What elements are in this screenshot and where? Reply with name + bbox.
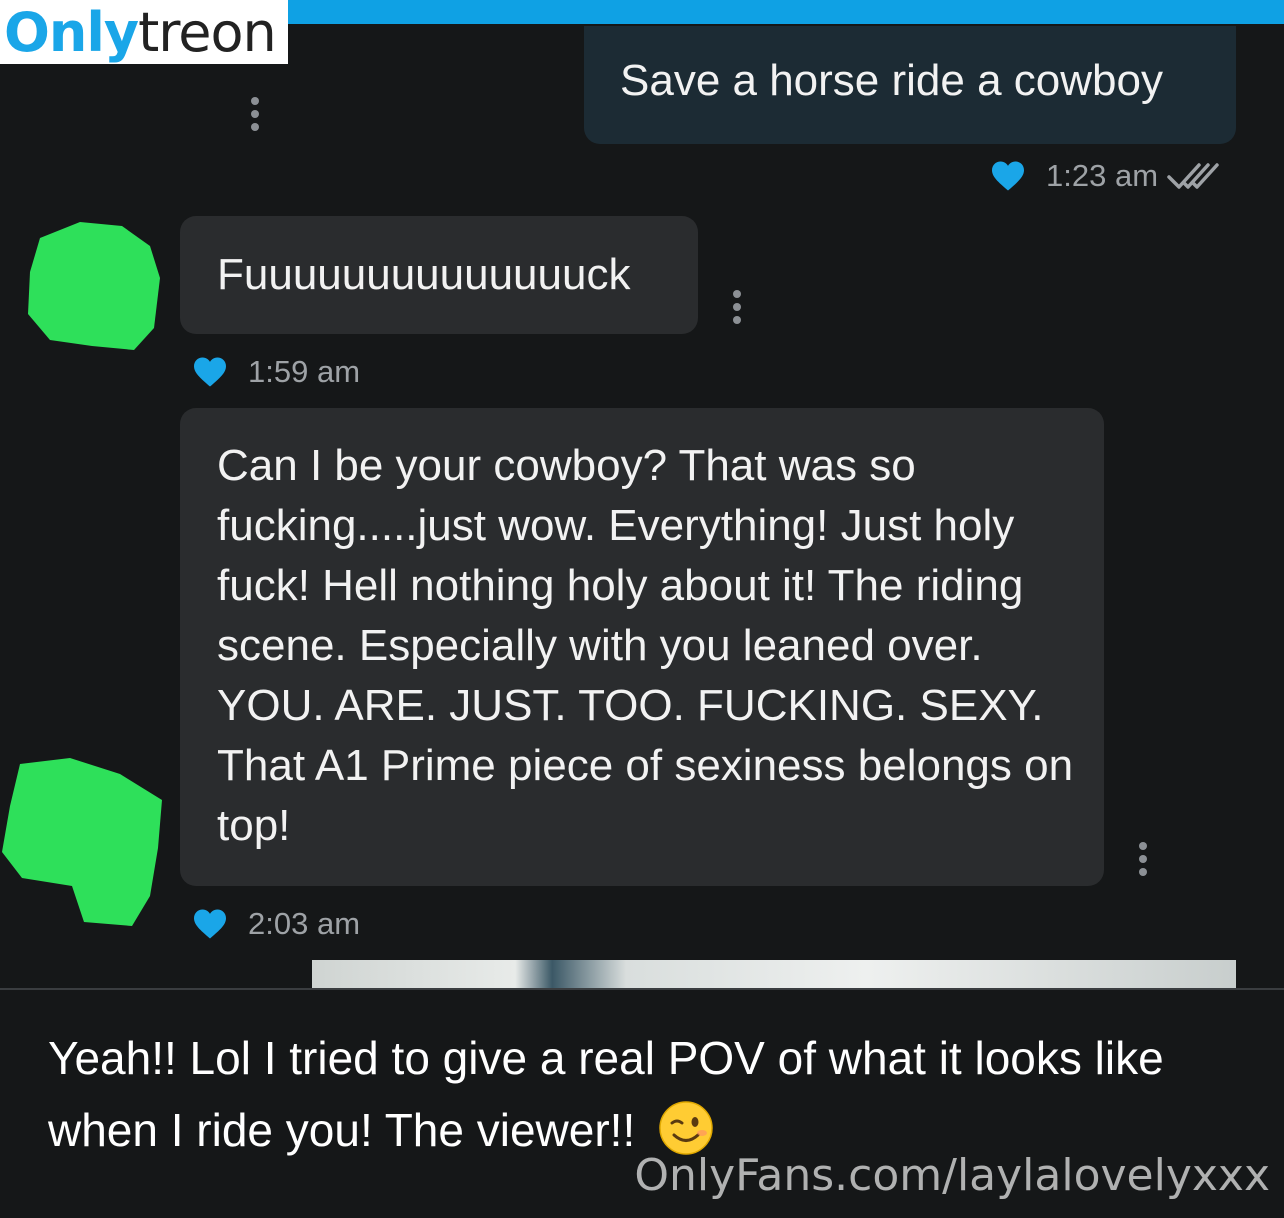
message-meta: 1:23 am	[990, 158, 1220, 194]
divider	[0, 988, 1284, 990]
message-meta: 2:03 am	[192, 906, 360, 942]
incoming-message-bubble: Can I be your cowboy? That was so fuckin…	[180, 408, 1104, 886]
double-check-icon	[1167, 163, 1219, 189]
message-options-icon[interactable]	[251, 97, 259, 131]
heart-icon[interactable]	[990, 160, 1026, 192]
logo-treon-text: treon	[138, 0, 277, 64]
message-text: Save a horse ride a cowboy	[620, 56, 1163, 105]
message-time: 1:23 am	[1046, 158, 1159, 193]
incoming-message-bubble: Fuuuuuuuuuuuuuuck	[180, 216, 698, 334]
message-time: 1:59 am	[248, 354, 361, 389]
avatar-censored	[2, 758, 162, 926]
media-preview[interactable]	[312, 960, 1236, 988]
avatar-censored	[28, 222, 160, 350]
message-text: Fuuuuuuuuuuuuuuck	[217, 250, 631, 299]
top-accent-bar	[288, 0, 1284, 24]
message-time: 2:03 am	[248, 906, 361, 941]
message-meta: 1:59 am	[192, 354, 360, 390]
outgoing-message-bubble: Save a horse ride a cowboy	[584, 26, 1236, 144]
message-options-icon[interactable]	[733, 290, 741, 324]
winking-face-icon	[659, 1101, 713, 1155]
heart-icon[interactable]	[192, 908, 228, 940]
heart-icon[interactable]	[192, 356, 228, 388]
message-options-icon[interactable]	[1139, 842, 1147, 876]
watermark-url: OnlyFans.com/laylalovelyxxx	[634, 1150, 1270, 1201]
caption-text: Yeah!! Lol I tried to give a real POV of…	[48, 1032, 1164, 1156]
message-text: Can I be your cowboy? That was so fuckin…	[217, 441, 1074, 850]
onlytreon-logo: Only treon	[0, 0, 288, 64]
logo-only-text: Only	[4, 0, 139, 64]
caption: Yeah!! Lol I tried to give a real POV of…	[48, 1022, 1248, 1166]
